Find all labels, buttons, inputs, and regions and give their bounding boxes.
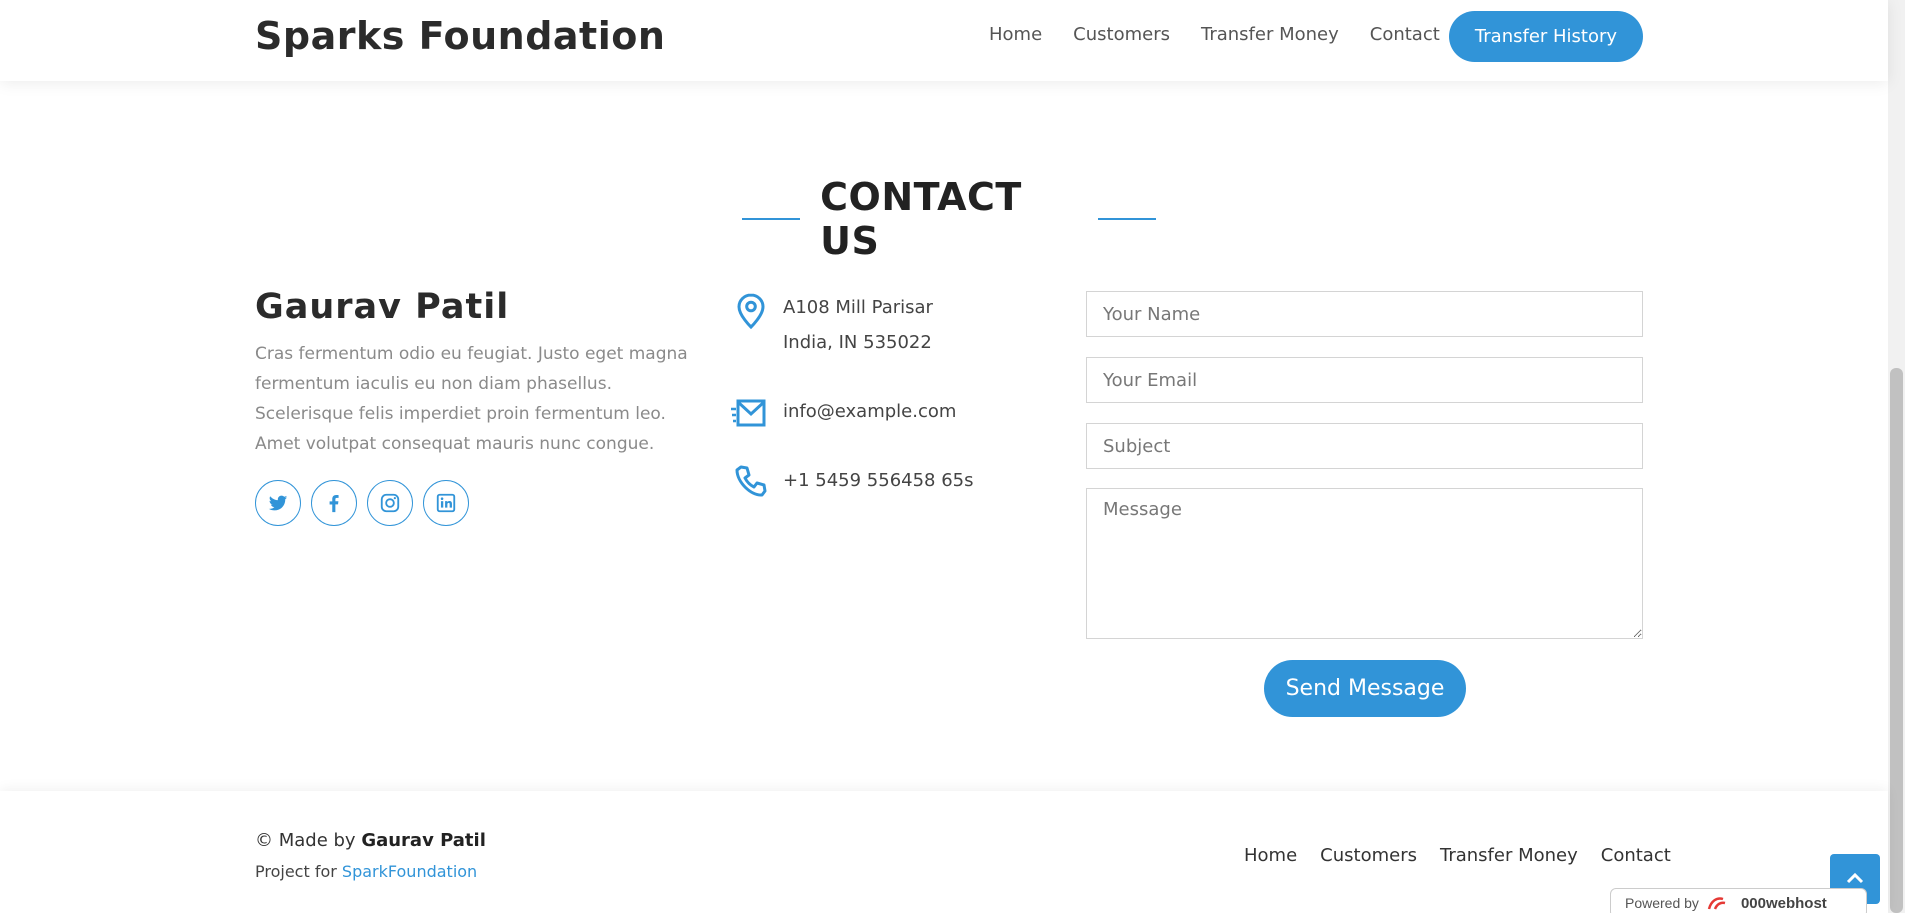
title-divider-left — [742, 218, 801, 220]
scrollbar-thumb[interactable] — [1890, 368, 1903, 913]
linkedin-icon — [436, 493, 456, 513]
profile-description: Cras fermentum odio eu feugiat. Justo eg… — [255, 344, 688, 454]
instagram-icon — [380, 493, 400, 513]
footer-nav: Home Customers Transfer Money Contact — [1244, 845, 1671, 866]
location-pin-icon — [737, 293, 765, 330]
title-divider-right — [1097, 218, 1157, 220]
nav-transfer-money[interactable]: Transfer Money — [1201, 24, 1339, 45]
phone-icon — [735, 465, 767, 497]
made-by-credit: © Made by Gaurav Patil — [255, 830, 486, 851]
send-message-button[interactable]: Send Message — [1264, 660, 1466, 717]
social-links — [255, 480, 469, 526]
twitter-link[interactable] — [255, 480, 301, 526]
envelope-icon — [731, 399, 766, 427]
nav-customers[interactable]: Customers — [1073, 24, 1170, 45]
section-heading: CONTACT US — [742, 175, 1157, 263]
footer-nav-transfer-money[interactable]: Transfer Money — [1440, 845, 1578, 866]
footer-nav-home[interactable]: Home — [1244, 845, 1297, 866]
instagram-link[interactable] — [367, 480, 413, 526]
subject-field[interactable] — [1086, 423, 1643, 469]
nav-contact[interactable]: Contact — [1370, 24, 1440, 45]
main-nav: Home Customers Transfer Money Contact — [989, 24, 1440, 45]
section-title: CONTACT US — [820, 175, 1022, 263]
transfer-history-button[interactable]: Transfer History — [1449, 11, 1643, 62]
powered-by-brand: 000webhost — [1740, 894, 1827, 912]
project-credit: Project for SparkFoundation — [255, 862, 477, 881]
webhost-logo-icon — [1707, 897, 1726, 910]
name-field[interactable] — [1086, 291, 1643, 337]
footer-nav-contact[interactable]: Contact — [1601, 845, 1671, 866]
made-by-prefix: © Made by — [255, 830, 362, 851]
twitter-icon — [268, 495, 288, 511]
site-logo[interactable]: Sparks Foundation — [255, 14, 665, 58]
site-header: Sparks Foundation Home Customers Transfe… — [0, 0, 1888, 81]
profile-name: Gaurav Patil — [255, 287, 510, 327]
powered-by-badge[interactable]: Powered by 000webhost — [1610, 888, 1867, 913]
facebook-link[interactable] — [311, 480, 357, 526]
sparkfoundation-link[interactable]: SparkFoundation — [342, 862, 477, 881]
linkedin-link[interactable] — [423, 480, 469, 526]
chevron-up-icon — [1846, 872, 1864, 884]
message-field[interactable] — [1086, 488, 1643, 639]
powered-by-label: Powered by — [1625, 895, 1699, 911]
address-line-1: A108 Mill Parisar — [783, 297, 933, 318]
nav-home[interactable]: Home — [989, 24, 1042, 45]
contact-phone[interactable]: +1 5459 556458 65s — [783, 463, 974, 498]
made-by-name: Gaurav Patil — [361, 830, 486, 851]
contact-email[interactable]: info@example.com — [783, 394, 956, 429]
footer-nav-customers[interactable]: Customers — [1320, 845, 1417, 866]
facebook-icon — [329, 495, 339, 513]
email-field[interactable] — [1086, 357, 1643, 403]
address-line-2: India, IN 535022 — [783, 332, 932, 353]
project-prefix: Project for — [255, 862, 342, 881]
